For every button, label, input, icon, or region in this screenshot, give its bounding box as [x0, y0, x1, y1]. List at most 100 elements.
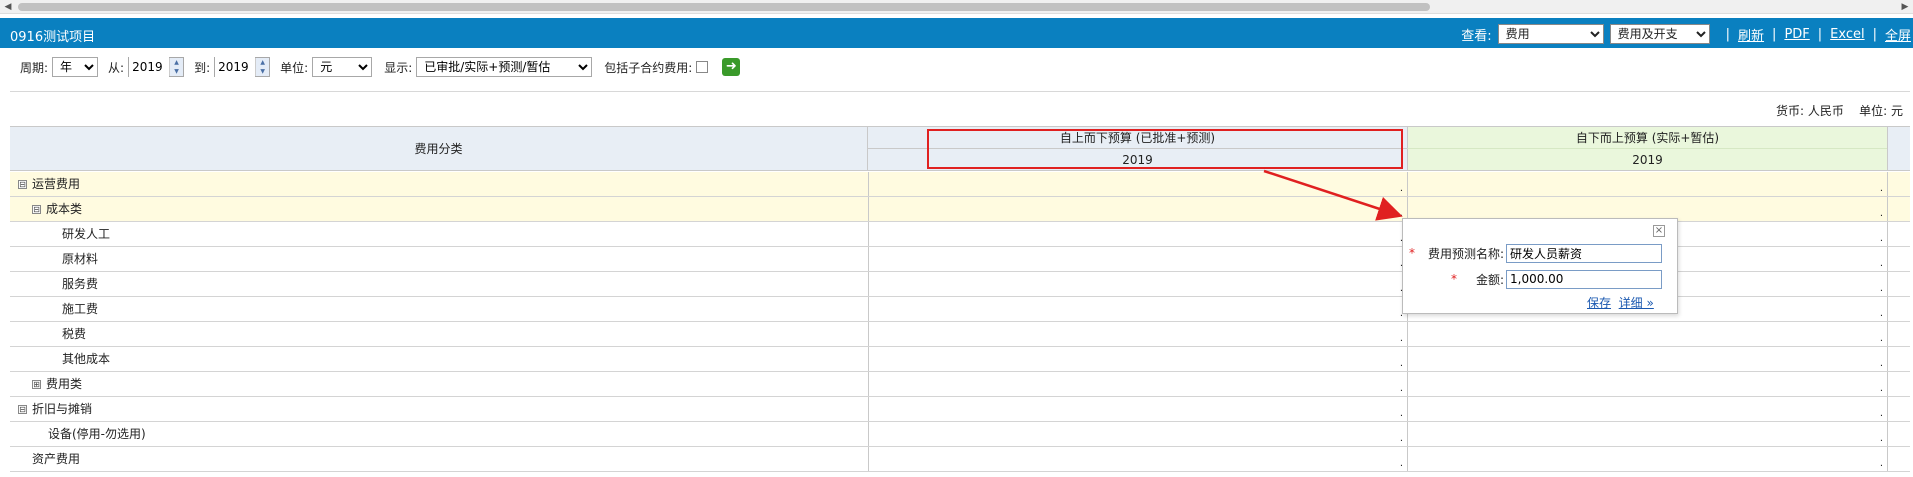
filler-cell	[1887, 372, 1910, 396]
scroll-left-icon[interactable]: ◀	[0, 0, 16, 14]
from-year-spinner[interactable]: ▲▼	[128, 57, 185, 77]
pdf-link[interactable]: PDF	[1784, 27, 1809, 42]
cell-marker: .	[1879, 283, 1883, 294]
topdown-cell[interactable]: .	[868, 197, 1407, 221]
table-row[interactable]: 资产费用..	[10, 447, 1910, 472]
go-arrow-icon[interactable]: ➜	[722, 58, 741, 76]
unit-select[interactable]: 元	[312, 57, 373, 77]
row-name: 折旧与摊销	[32, 402, 93, 416]
row-label: 设备(停用-勿选用)	[48, 422, 146, 446]
spin-up-icon[interactable]: ▲	[170, 58, 184, 67]
forecast-name-input[interactable]	[1506, 243, 1662, 263]
topdown-cell[interactable]: .	[868, 422, 1407, 446]
display-label: 显示:	[384, 60, 413, 75]
period-select[interactable]: 年	[52, 57, 99, 77]
table-row[interactable]: 设备(停用-勿选用)..	[10, 422, 1910, 447]
topdown-cell[interactable]: .	[868, 347, 1407, 371]
table-row[interactable]: ⊟ 运营费用..	[10, 172, 1910, 197]
save-link[interactable]: 保存	[1587, 296, 1611, 310]
spin-down-icon[interactable]: ▼	[170, 67, 184, 76]
bottomup-cell[interactable]: .	[1407, 347, 1887, 371]
spin-down-icon[interactable]: ▼	[256, 67, 270, 76]
cell-marker: .	[1399, 433, 1403, 444]
bottomup-cell[interactable]: .	[1407, 172, 1887, 196]
topdown-cell[interactable]: .	[868, 372, 1407, 396]
filler-cell	[1887, 422, 1910, 446]
include-sub-checkbox[interactable]	[696, 61, 709, 73]
page-title: 0916测试项目	[10, 30, 96, 45]
from-label: 从:	[108, 60, 125, 75]
row-label: 原材料	[62, 247, 98, 271]
bottomup-cell[interactable]: .	[1407, 422, 1887, 446]
topdown-cell[interactable]: .	[868, 322, 1407, 346]
row-name: 资产费用	[32, 452, 81, 466]
amount-input[interactable]	[1506, 269, 1662, 289]
cell-marker: .	[1399, 358, 1403, 369]
separator: |	[1872, 26, 1877, 42]
table-row[interactable]: ⊟ 折旧与摊销..	[10, 397, 1910, 422]
collapse-icon[interactable]: ⊟	[18, 405, 27, 414]
table-row[interactable]: ⊞ 费用类..	[10, 372, 1910, 397]
include-sub-label: 包括子合约费用:	[604, 60, 693, 75]
filler-cell	[1887, 222, 1910, 246]
topdown-cell[interactable]: .	[868, 247, 1407, 271]
to-year-input[interactable]	[215, 57, 256, 77]
cell-marker: .	[1399, 408, 1403, 419]
cell-marker: .	[1879, 208, 1883, 219]
view-select[interactable]: 费用	[1497, 24, 1604, 44]
expand-icon[interactable]: ⊞	[32, 380, 41, 389]
divider	[10, 91, 1910, 92]
period-label: 周期:	[20, 60, 49, 75]
required-mark: *	[1451, 272, 1457, 286]
topdown-cell[interactable]: .	[868, 397, 1407, 421]
fullscreen-link[interactable]: 全屏	[1885, 25, 1911, 44]
row-label: ⊞ 费用类	[32, 372, 82, 396]
name-label: 费用预测名称:	[1427, 246, 1504, 261]
from-year-input[interactable]	[129, 57, 170, 77]
row-label: ⊟ 成本类	[32, 197, 82, 221]
amount-label: 金额:	[1475, 272, 1504, 287]
row-name: 费用类	[46, 377, 83, 391]
filler-cell	[1887, 297, 1910, 321]
collapse-icon[interactable]: ⊟	[32, 205, 41, 214]
view-label: 查看:	[1461, 28, 1492, 44]
row-name: 原材料	[62, 252, 99, 266]
scrollbar-thumb[interactable]	[18, 3, 1430, 11]
collapse-icon[interactable]: ⊟	[18, 180, 27, 189]
topdown-cell[interactable]: .	[868, 297, 1407, 321]
filler-cell	[1887, 272, 1910, 296]
table-row[interactable]: 税费..	[10, 322, 1910, 347]
cell-marker: .	[1399, 183, 1403, 194]
row-label: 研发人工	[62, 222, 110, 246]
bottomup-cell[interactable]: .	[1407, 397, 1887, 421]
row-name: 成本类	[46, 202, 83, 216]
scroll-right-icon[interactable]: ▶	[1897, 0, 1913, 14]
cell-marker: .	[1399, 383, 1403, 394]
topdown-cell[interactable]: .	[868, 447, 1407, 471]
row-name: 研发人工	[62, 227, 111, 241]
row-label: 资产费用	[32, 447, 80, 471]
topdown-cell[interactable]: .	[868, 172, 1407, 196]
filler-cell	[1887, 397, 1910, 421]
filler-cell	[1887, 447, 1910, 471]
table-row[interactable]: 其他成本..	[10, 347, 1910, 372]
popup-links: 保存 详细 »	[1587, 294, 1654, 311]
bottomup-cell[interactable]: .	[1407, 322, 1887, 346]
display-select[interactable]: 已审批/实际+预测/暂估	[416, 57, 593, 77]
close-icon[interactable]: ×	[1653, 225, 1665, 237]
topdown-cell[interactable]: .	[868, 272, 1407, 296]
to-year-spinner[interactable]: ▲▼	[214, 57, 271, 77]
detail-link[interactable]: 详细 »	[1619, 296, 1654, 310]
excel-link[interactable]: Excel	[1830, 27, 1864, 42]
horizontal-scrollbar[interactable]: ◀ ▶	[0, 0, 1913, 14]
row-name: 施工费	[62, 302, 99, 316]
name-field-row: * 费用预测名称:	[1409, 243, 1662, 263]
filler-cell	[1887, 197, 1910, 221]
spin-up-icon[interactable]: ▲	[256, 58, 270, 67]
bottomup-cell[interactable]: .	[1407, 372, 1887, 396]
refresh-link[interactable]: 刷新	[1738, 25, 1764, 44]
type-select[interactable]: 费用及开支	[1609, 24, 1710, 44]
topdown-cell[interactable]: .	[868, 222, 1407, 246]
bottomup-cell[interactable]: .	[1407, 447, 1887, 471]
forecast-popup: × * 费用预测名称: * 金额: 保存 详细 »	[1402, 218, 1678, 314]
